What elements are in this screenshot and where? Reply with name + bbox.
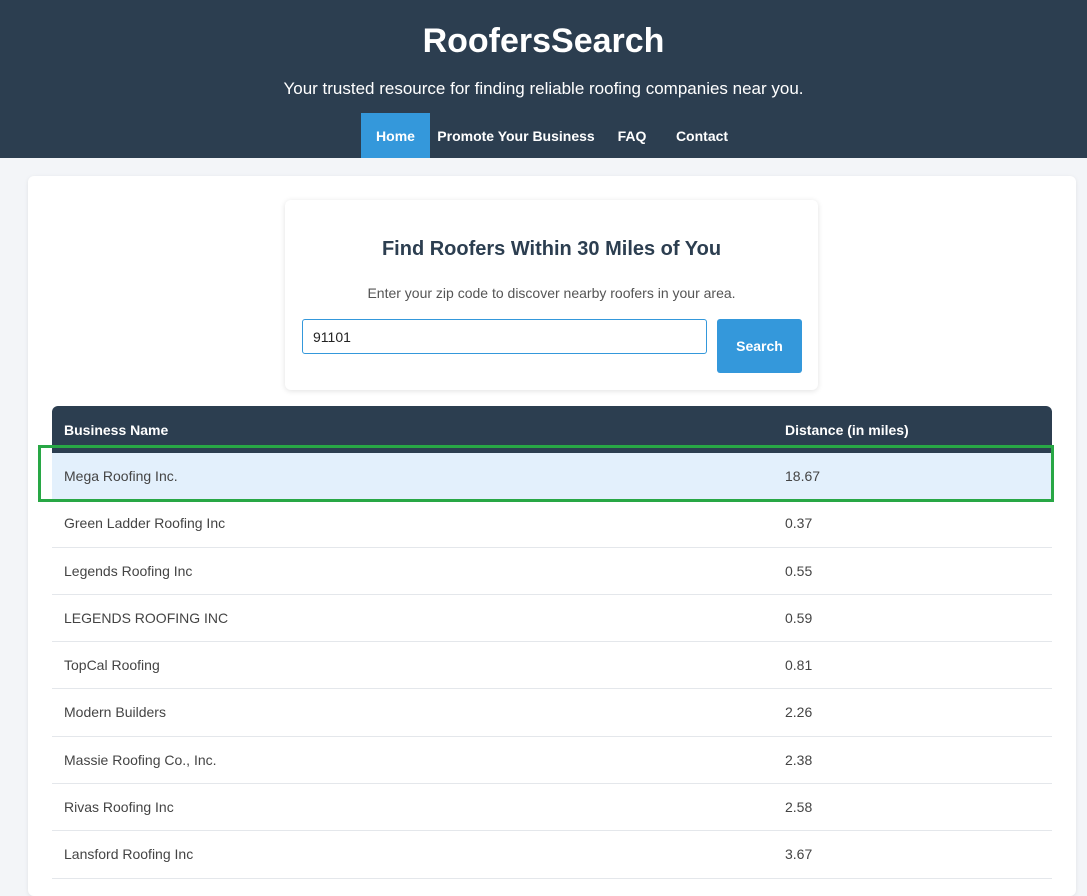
- site-tagline: Your trusted resource for finding reliab…: [283, 79, 804, 98]
- nav-home[interactable]: Home: [361, 113, 430, 158]
- site-header: RoofersSearch Your trusted resource for …: [0, 0, 1087, 158]
- distance-value: 2.58: [785, 799, 813, 816]
- nav-faq[interactable]: FAQ: [602, 113, 662, 158]
- search-panel: Find Roofers Within 30 Miles of You Ente…: [285, 200, 818, 390]
- search-button[interactable]: Search: [717, 319, 802, 373]
- distance-value: 0.55: [785, 562, 813, 579]
- table-row[interactable]: Mega Roofing Inc. 18.67: [52, 453, 1052, 501]
- table-row[interactable]: Massie Roofing Co., Inc. 2.38: [52, 736, 1052, 785]
- distance-value: 2.26: [785, 704, 813, 721]
- search-description: Enter your zip code to discover nearby r…: [367, 285, 736, 301]
- main-nav: Home Promote Your Business FAQ Contact: [361, 113, 742, 158]
- business-name: Green Ladder Roofing Inc: [64, 515, 226, 532]
- distance-value: 2.38: [785, 751, 813, 768]
- main-content-card: Find Roofers Within 30 Miles of You Ente…: [28, 176, 1076, 896]
- business-name: Rivas Roofing Inc: [64, 799, 174, 816]
- site-title: RoofersSearch: [422, 22, 665, 60]
- table-row[interactable]: Green Ladder Roofing Inc 0.37: [52, 500, 1052, 548]
- table-row[interactable]: LEGENDS ROOFING INC 0.59: [52, 594, 1052, 643]
- business-name: LEGENDS ROOFING INC: [64, 609, 229, 626]
- table-row[interactable]: TopCal Roofing 0.81: [52, 642, 1052, 690]
- business-name: TopCal Roofing: [64, 657, 160, 674]
- column-header-business-name: Business Name: [64, 422, 169, 438]
- business-name: Legends Roofing Inc: [64, 562, 193, 579]
- business-name: Modern Builders: [64, 704, 166, 721]
- search-title: Find Roofers Within 30 Miles of You: [381, 238, 722, 260]
- business-name: Mega Roofing Inc.: [64, 468, 178, 484]
- business-name: Massie Roofing Co., Inc.: [64, 751, 217, 768]
- table-row[interactable]: Legends Roofing Inc 0.55: [52, 547, 1052, 595]
- results-table-header: Business Name Distance (in miles): [52, 406, 1052, 453]
- distance-value: 0.37: [785, 515, 813, 532]
- table-row[interactable]: Lansford Roofing Inc 3.67: [52, 831, 1052, 879]
- distance-value: 3.67: [785, 846, 813, 863]
- table-row[interactable]: Modern Builders 2.26: [52, 689, 1052, 737]
- nav-promote-your-business[interactable]: Promote Your Business: [430, 113, 602, 158]
- distance-value: 18.67: [785, 468, 821, 484]
- table-row[interactable]: Rivas Roofing Inc 2.58: [52, 784, 1052, 832]
- results-table: Business Name Distance (in miles) Mega R…: [52, 406, 1052, 879]
- column-header-distance: Distance (in miles): [785, 422, 909, 438]
- distance-value: 0.59: [785, 609, 813, 626]
- distance-value: 0.81: [785, 657, 813, 674]
- nav-contact[interactable]: Contact: [662, 113, 742, 158]
- zip-code-input[interactable]: [302, 319, 707, 354]
- business-name: Lansford Roofing Inc: [64, 846, 194, 863]
